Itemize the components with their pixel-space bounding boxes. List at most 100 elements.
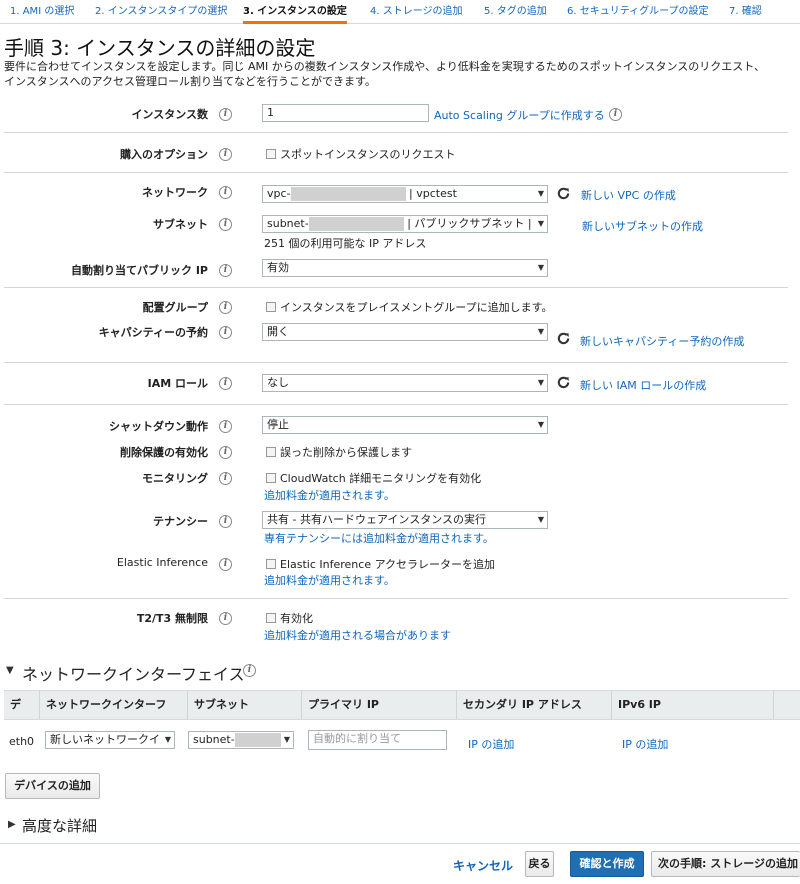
- purchase-option-label: 購入のオプション: [120, 148, 208, 161]
- step-configure-instance[interactable]: 3. インスタンスの設定: [243, 0, 347, 24]
- create-iam-role-link[interactable]: 新しい IAM ロールの作成: [580, 377, 706, 393]
- back-button[interactable]: 戻る: [525, 851, 554, 877]
- t2t3-unlimited-checkbox-label: 有効化: [280, 612, 313, 625]
- redacted-value: [308, 217, 404, 231]
- termination-protection-checkbox-label: 誤った削除から保護します: [280, 446, 412, 459]
- elastic-inference-charges-link[interactable]: 追加料金が適用されます。: [264, 572, 395, 588]
- monitoring-charges-link[interactable]: 追加料金が適用されます。: [264, 487, 395, 503]
- tenancy-select[interactable]: 共有 - 共有ハードウェアインスタンスの実行 ▼: [262, 511, 548, 529]
- column-ipv6-ip[interactable]: IPv6 IP: [612, 691, 774, 719]
- dedicated-tenancy-link[interactable]: 専有テナンシーには追加料金が適用されます。: [264, 530, 494, 546]
- collapse-triangle-icon[interactable]: ▼: [6, 665, 14, 676]
- auto-scaling-link[interactable]: Auto Scaling グループに作成する: [434, 107, 605, 123]
- shutdown-behavior-select[interactable]: 停止 ▼: [262, 416, 548, 434]
- dropdown-arrow-icon: ▼: [537, 420, 544, 429]
- spot-request-checkbox[interactable]: [266, 149, 276, 159]
- capacity-reservation-select[interactable]: 開く ▼: [262, 323, 548, 341]
- dropdown-arrow-icon: ▼: [537, 378, 544, 387]
- column-subnet[interactable]: サブネット: [188, 691, 302, 719]
- step-security-group[interactable]: 6. セキュリティグループの設定: [567, 0, 709, 24]
- add-ipv6-link[interactable]: IP の追加: [622, 736, 668, 752]
- expand-triangle-icon[interactable]: ▶: [8, 819, 16, 830]
- termination-protection-checkbox[interactable]: [266, 447, 276, 457]
- info-icon[interactable]: i: [219, 446, 232, 459]
- subnet-label: サブネット: [153, 218, 208, 231]
- info-icon[interactable]: i: [243, 664, 256, 677]
- monitoring-checkbox-label: CloudWatch 詳細モニタリングを有効化: [280, 472, 482, 485]
- create-vpc-link[interactable]: 新しい VPC の作成: [581, 187, 676, 203]
- info-icon[interactable]: i: [219, 420, 232, 433]
- info-icon[interactable]: i: [219, 301, 232, 314]
- info-icon[interactable]: i: [219, 612, 232, 625]
- row-subnet-select[interactable]: subnet- ▼: [188, 731, 294, 749]
- primary-ip-input[interactable]: 自動的に割り当て: [308, 730, 447, 750]
- refresh-icon[interactable]: [556, 375, 571, 390]
- info-icon[interactable]: i: [219, 515, 232, 528]
- create-capacity-reservation-link[interactable]: 新しいキャパシティー予約の作成: [580, 333, 744, 349]
- advanced-details-title[interactable]: 高度な詳細: [22, 815, 97, 836]
- auto-assign-ip-label: 自動割り当てパブリック IP: [71, 264, 208, 277]
- cancel-link[interactable]: キャンセル: [453, 857, 513, 874]
- step-instance-type[interactable]: 2. インスタンスタイプの選択: [95, 0, 227, 24]
- info-icon[interactable]: i: [219, 218, 232, 231]
- redacted-value: [290, 187, 406, 201]
- info-icon[interactable]: i: [219, 148, 232, 161]
- iam-role-select[interactable]: なし ▼: [262, 374, 548, 392]
- info-icon[interactable]: i: [219, 558, 232, 571]
- placement-group-checkbox[interactable]: [266, 302, 276, 312]
- network-interfaces-table-header: デ ネットワークインターフ サブネット プライマリ IP セカンダリ IP アド…: [4, 690, 800, 720]
- dropdown-arrow-icon: ▼: [283, 735, 290, 744]
- wizard-steps: 1. AMI の選択 2. インスタンスタイプの選択 3. インスタンスの設定 …: [0, 0, 800, 24]
- dropdown-arrow-icon: ▼: [164, 735, 171, 744]
- info-icon[interactable]: i: [219, 472, 232, 485]
- refresh-icon[interactable]: [556, 186, 571, 201]
- add-device-button[interactable]: デバイスの追加: [5, 773, 100, 799]
- shutdown-behavior-label: シャットダウン動作: [109, 420, 208, 433]
- info-icon[interactable]: i: [219, 326, 232, 339]
- network-interface-select[interactable]: 新しいネットワークイ ▼: [45, 731, 175, 749]
- step-storage[interactable]: 4. ストレージの追加: [370, 0, 463, 24]
- review-and-launch-button[interactable]: 確認と作成: [570, 851, 644, 877]
- redacted-value: [234, 733, 281, 747]
- iam-role-label: IAM ロール: [147, 377, 208, 390]
- divider: [4, 362, 788, 363]
- divider: [4, 132, 788, 133]
- info-icon[interactable]: i: [219, 377, 232, 390]
- placement-group-checkbox-label: インスタンスをプレイスメントグループに追加します。: [280, 301, 553, 314]
- info-icon[interactable]: i: [609, 108, 622, 121]
- column-network-interface[interactable]: ネットワークインターフ: [40, 691, 188, 719]
- next-storage-button[interactable]: 次の手順: ストレージの追加: [651, 851, 800, 877]
- subnet-select[interactable]: subnet- | パブリックサブネット | ▼: [262, 215, 548, 233]
- column-primary-ip[interactable]: プライマリ IP: [302, 691, 457, 719]
- info-icon[interactable]: i: [219, 186, 232, 199]
- divider: [4, 287, 788, 288]
- page-description: 要件に合わせてインスタンスを設定します。同じ AMI からの複数インスタンス作成…: [4, 60, 766, 88]
- t2t3-unlimited-checkbox[interactable]: [266, 613, 276, 623]
- step-tags[interactable]: 5. タグの追加: [484, 0, 547, 24]
- network-label: ネットワーク: [142, 186, 208, 199]
- t2t3-charges-link[interactable]: 追加料金が適用される場合があります: [264, 627, 451, 643]
- info-icon[interactable]: i: [219, 108, 232, 121]
- refresh-icon[interactable]: [556, 331, 571, 346]
- network-select[interactable]: vpc- | vpctest ▼: [262, 185, 548, 203]
- info-icon[interactable]: i: [219, 264, 232, 277]
- step-review[interactable]: 7. 確認: [729, 0, 762, 24]
- footer-divider: [0, 843, 800, 844]
- add-secondary-ip-link[interactable]: IP の追加: [468, 736, 514, 752]
- instance-count-input[interactable]: 1: [262, 104, 429, 122]
- column-secondary-ip[interactable]: セカンダリ IP アドレス: [457, 691, 612, 719]
- spot-request-label: スポットインスタンスのリクエスト: [280, 148, 456, 161]
- step-ami[interactable]: 1. AMI の選択: [10, 0, 74, 24]
- instance-count-label: インスタンス数: [131, 108, 208, 121]
- elastic-inference-checkbox[interactable]: [266, 559, 276, 569]
- elastic-inference-checkbox-label: Elastic Inference アクセラレーターを追加: [280, 558, 496, 571]
- monitoring-checkbox[interactable]: [266, 473, 276, 483]
- create-subnet-link[interactable]: 新しいサブネットの作成: [582, 218, 703, 234]
- network-interfaces-title[interactable]: ネットワークインターフェイス: [22, 661, 245, 685]
- column-device[interactable]: デ: [4, 691, 40, 719]
- elastic-inference-label: Elastic Inference: [116, 556, 208, 569]
- dropdown-arrow-icon: ▼: [537, 515, 544, 524]
- t2t3-unlimited-label: T2/T3 無制限: [136, 612, 208, 625]
- auto-assign-ip-select[interactable]: 有効 ▼: [262, 259, 548, 277]
- termination-protection-label: 削除保護の有効化: [120, 446, 208, 459]
